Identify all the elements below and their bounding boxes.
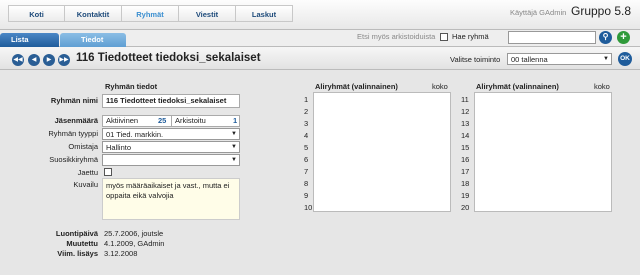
subgroups-list-left[interactable] [313, 92, 451, 212]
owner-label: Omistaja [68, 142, 98, 151]
subgroup-row-number: 8 [304, 179, 309, 188]
subgroup-row-number: 20 [461, 203, 470, 212]
active-label: Aktiivinen [106, 116, 139, 125]
prev-record-button[interactable]: ◀ [28, 54, 40, 66]
koko-label-left: koko [432, 82, 448, 91]
type-label: Ryhmän tyyppi [48, 129, 98, 138]
nav-tab-koti[interactable]: Koti [8, 5, 65, 22]
description-textarea[interactable]: myös määräaikaiset ja vast., mutta ei op… [102, 178, 240, 220]
main-nav: Koti Kontaktit Ryhmät Viestit Laskut [8, 5, 293, 22]
record-toolbar: ◀◀ ◀ ▶ ▶▶ 116 Tiedotteet tiedoksi_sekala… [0, 47, 640, 70]
first-record-button[interactable]: ◀◀ [12, 54, 24, 66]
created-value: 25.7.2006, joutsle [104, 229, 164, 238]
nav-tab-laskut[interactable]: Laskut [235, 5, 293, 22]
subgroup-row-number: 19 [461, 191, 470, 200]
details-header: Ryhmän tiedot [105, 82, 158, 91]
page-title: 116 Tiedotteet tiedoksi_sekalaiset [76, 52, 261, 64]
subgroup-row-number: 10 [304, 203, 313, 212]
next-icon: ▶ [46, 57, 52, 63]
app-name: Gruppo 5.8 [571, 4, 632, 18]
nav-tab-kontaktit[interactable]: Kontaktit [64, 5, 122, 22]
type-select-value: 01 Tied. markkin. [106, 130, 164, 139]
modified-value: 4.1.2009, GAdmin [104, 239, 165, 248]
ok-button[interactable]: OK [618, 52, 632, 66]
search-group-label: Hae ryhmä [452, 32, 489, 41]
plus-icon: + [620, 31, 627, 43]
action-select-value: 00 tallenna [511, 55, 548, 64]
search-button[interactable]: ⚲ [599, 31, 612, 44]
archived-search-checkbox[interactable] [440, 33, 448, 41]
koko-label-right: koko [594, 82, 610, 91]
next-record-button[interactable]: ▶ [43, 54, 55, 66]
subgroup-row-number: 13 [461, 119, 470, 128]
subgroup-row-number: 4 [304, 131, 309, 140]
nav-tab-ryhmat[interactable]: Ryhmät [121, 5, 179, 22]
chevron-down-icon: ▼ [231, 144, 237, 150]
description-label: Kuvailu [73, 180, 98, 189]
subgroup-row-number: 2 [304, 107, 309, 116]
group-details-panel: Ryhmän tiedot Ryhmän nimi 116 Tiedotteet… [0, 70, 640, 275]
subgroup-row-number: 11 [461, 95, 469, 104]
name-label: Ryhmän nimi [50, 96, 98, 105]
subgroup-row-number: 1 [304, 95, 309, 104]
chevron-down-icon: ▼ [603, 56, 609, 62]
subgroups-list-right[interactable] [474, 92, 612, 212]
subgroup-row-number: 16 [461, 155, 470, 164]
subgroup-row-number: 3 [304, 119, 309, 128]
top-navigation-bar: Koti Kontaktit Ryhmät Viestit Laskut Käy… [0, 0, 640, 30]
subgroups-header-right: Aliryhmät (valinnainen) [476, 82, 559, 91]
chevron-down-icon: ▼ [231, 157, 237, 163]
add-group-button[interactable]: + [617, 31, 630, 44]
archived-count: 1 [233, 116, 238, 125]
favorite-select[interactable]: ▼ [102, 154, 240, 166]
subgroup-row-number: 15 [461, 143, 470, 152]
chevron-down-icon: ▼ [231, 131, 237, 137]
type-select[interactable]: 01 Tied. markkin. ▼ [102, 128, 240, 140]
archived-label: Arkistoitu [175, 116, 206, 125]
modified-label: Muutettu [66, 239, 98, 248]
last-record-button[interactable]: ▶▶ [58, 54, 70, 66]
subgroup-row-number: 17 [461, 167, 470, 176]
prev-icon: ◀ [31, 57, 37, 63]
last-added-label: Viim. lisäys [57, 249, 98, 258]
shared-label: Jaettu [77, 168, 98, 177]
subgroup-row-number: 18 [461, 179, 470, 188]
subgroup-row-number: 14 [461, 131, 470, 140]
subgroup-row-number: 7 [304, 167, 309, 176]
action-select-label: Valitse toiminto [450, 55, 501, 64]
skip-first-icon: ◀◀ [13, 57, 23, 63]
name-field[interactable]: 116 Tiedotteet tiedoksi_sekalaiset [102, 94, 240, 108]
archived-search-label: Etsi myös arkistoiduista [357, 32, 436, 41]
subgroup-row-number: 5 [304, 143, 309, 152]
members-label: Jäsenmäärä [54, 116, 98, 125]
nav-tab-viestit[interactable]: Viestit [178, 5, 236, 22]
skip-last-icon: ▶▶ [59, 57, 69, 63]
subgroup-row-number: 9 [304, 191, 309, 200]
last-added-value: 3.12.2008 [104, 249, 138, 258]
subgroups-header-left: Aliryhmät (valinnainen) [315, 82, 398, 91]
created-label: Luontipäivä [55, 229, 98, 238]
subgroup-row-number: 12 [461, 107, 470, 116]
search-group-input[interactable] [508, 31, 596, 44]
search-icon: ⚲ [602, 32, 609, 41]
shared-checkbox[interactable] [104, 168, 112, 176]
active-count: 25 [158, 116, 167, 125]
owner-select[interactable]: Hallinto ▼ [102, 141, 240, 153]
tab-tiedot[interactable]: Tiedot [60, 33, 126, 47]
sub-toolbar: Lista Tiedot Etsi myös arkistoiduista Ha… [0, 30, 640, 47]
subgroup-row-number: 6 [304, 155, 309, 164]
action-select[interactable]: 00 tallenna ▼ [507, 53, 612, 65]
current-user: Käyttäjä GAdmin [510, 8, 567, 17]
tab-lista[interactable]: Lista [0, 33, 59, 47]
owner-select-value: Hallinto [106, 143, 132, 152]
favorite-label: Suosikkiryhmä [49, 155, 98, 164]
